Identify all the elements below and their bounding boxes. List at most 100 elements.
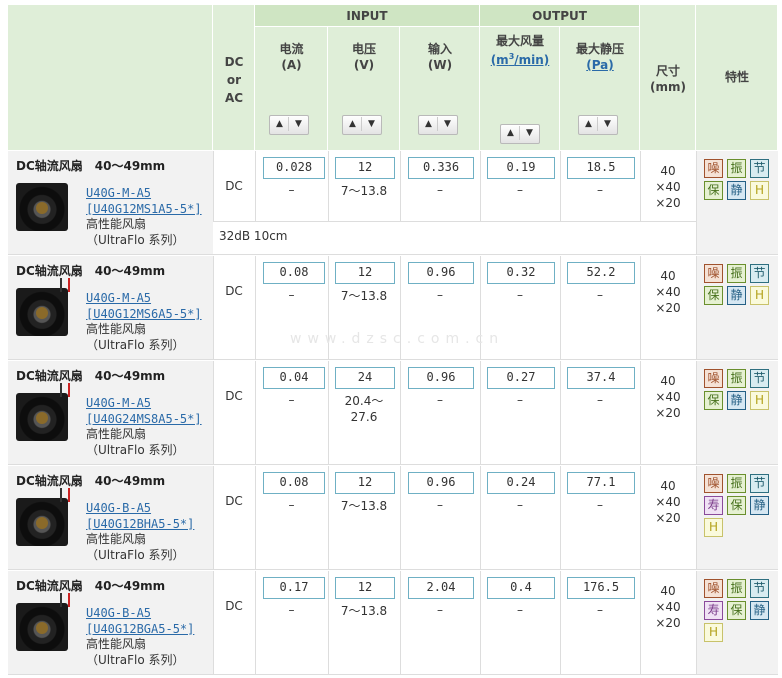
- feature-badge-icon: 寿: [704, 601, 723, 620]
- size-line: 40: [660, 479, 676, 493]
- model-code-link[interactable]: [U40G12BHA5-5*]: [86, 516, 194, 532]
- size-line: ×20: [655, 196, 681, 210]
- power-value: 0.96: [408, 262, 474, 284]
- dcac-value: DC: [225, 179, 243, 193]
- airflow-dash: –: [517, 183, 523, 197]
- current-value: 0.04: [263, 367, 325, 389]
- sort-desc-icon[interactable]: ▼: [290, 117, 307, 131]
- product-desc: 高性能风扇: [86, 532, 147, 546]
- sort-airflow-control[interactable]: ▲ ▼: [500, 124, 540, 144]
- power-value: 0.96: [408, 367, 474, 389]
- model-link[interactable]: U40G-M-A5: [86, 185, 151, 201]
- current-value: 0.08: [263, 262, 325, 284]
- row-divider: [8, 359, 778, 360]
- feature-badge-icon: 节: [750, 159, 769, 178]
- airflow-value: 0.27: [487, 367, 555, 389]
- model-code-link[interactable]: [U40G12BGA5-5*]: [86, 621, 194, 637]
- model-code-link[interactable]: [U40G24MS8A5-5*]: [86, 411, 202, 427]
- power-dash: –: [437, 288, 443, 302]
- model-link[interactable]: U40G-B-A5: [86, 500, 151, 516]
- feature-badge-icon: 寿: [704, 496, 723, 515]
- col-features: 特性: [696, 5, 778, 151]
- pressure-unit[interactable]: (Pa): [560, 57, 640, 73]
- fan-image: [16, 488, 70, 546]
- model-link[interactable]: U40G-B-A5: [86, 605, 151, 621]
- size-unit: (mm): [650, 80, 686, 94]
- pressure-value: 176.5: [567, 577, 635, 599]
- airflow-dash: –: [517, 603, 523, 617]
- size-line: ×20: [655, 511, 681, 525]
- current-dash: –: [288, 183, 295, 197]
- feature-badge-icon: 节: [750, 474, 769, 493]
- voltage-range: 7～13.8: [340, 184, 388, 198]
- sort-desc-icon[interactable]: ▼: [439, 117, 456, 131]
- sort-asc-icon[interactable]: ▲: [580, 117, 598, 131]
- col-size: 尺寸 (mm): [640, 5, 696, 151]
- power-label: 输入: [427, 42, 452, 56]
- feature-badge-icon: H: [704, 518, 723, 537]
- pressure-dash: –: [597, 288, 603, 302]
- power-dash: –: [437, 603, 443, 617]
- sort-asc-icon[interactable]: ▲: [420, 117, 438, 131]
- sort-desc-icon[interactable]: ▼: [521, 126, 538, 140]
- fan-hub: [36, 307, 48, 319]
- pressure-value: 18.5: [567, 157, 635, 179]
- size-line: 40: [660, 164, 676, 178]
- sort-asc-icon[interactable]: ▲: [271, 117, 289, 131]
- feature-badge-icon: H: [750, 391, 769, 410]
- sort-voltage-control[interactable]: ▲ ▼: [342, 115, 382, 135]
- voltage-range: 7～13.8: [340, 604, 388, 618]
- voltage-value: 12: [335, 472, 395, 494]
- current-unit: (A): [281, 58, 302, 72]
- sort-current-control[interactable]: ▲ ▼: [269, 115, 309, 135]
- pressure-value: 77.1: [567, 472, 635, 494]
- size-line: ×20: [655, 616, 681, 630]
- pressure-value: 52.2: [567, 262, 635, 284]
- current-value: 0.08: [263, 472, 325, 494]
- sort-power-control[interactable]: ▲ ▼: [418, 115, 458, 135]
- fan-hub: [36, 412, 48, 424]
- airflow-value: 0.19: [487, 157, 555, 179]
- sort-asc-icon[interactable]: ▲: [502, 126, 520, 140]
- product-desc: 高性能风扇: [86, 427, 147, 441]
- voltage-range: 7～13.8: [340, 289, 388, 303]
- sort-desc-icon[interactable]: ▼: [599, 117, 616, 131]
- model-code-link[interactable]: [U40G12MS6A5-5*]: [86, 306, 202, 322]
- model-link[interactable]: U40G-M-A5: [86, 290, 151, 306]
- power-value: 0.96: [408, 472, 474, 494]
- fan-wire: [60, 278, 70, 292]
- size-line: ×40: [655, 180, 681, 194]
- dcac-cell: [213, 466, 255, 570]
- product-desc: 高性能风扇: [86, 217, 147, 231]
- model-code-link[interactable]: [U40G12MS1A5-5*]: [86, 201, 202, 217]
- sort-pressure-control[interactable]: ▲ ▼: [578, 115, 618, 135]
- fan-hub: [36, 622, 48, 634]
- power-value: 0.336: [408, 157, 474, 179]
- product-row: DC轴流风扇 40～49mm U40G-M-A5 [U40G12MS1A5-5*] 高…: [0, 151, 782, 255]
- airflow-value: 0.4: [487, 577, 555, 599]
- product-desc: 高性能风扇: [86, 322, 147, 336]
- dcac-line1: DC: [224, 55, 244, 69]
- pressure-value: 37.4: [567, 367, 635, 389]
- feature-badge-icon: 振: [727, 369, 746, 388]
- size-line: 40: [660, 584, 676, 598]
- feature-badge-icon: 保: [704, 181, 723, 200]
- feature-badge-icon: 节: [750, 369, 769, 388]
- pressure-dash: –: [597, 498, 603, 512]
- watermark-text: www.dzsc.com.cn: [290, 331, 505, 347]
- row-divider: [8, 674, 778, 675]
- sort-desc-icon[interactable]: ▼: [363, 117, 380, 131]
- model-link[interactable]: U40G-M-A5: [86, 395, 151, 411]
- sort-asc-icon[interactable]: ▲: [344, 117, 362, 131]
- feature-badge-icon: 噪: [704, 579, 723, 598]
- airflow-unit[interactable]: (m3/min): [480, 49, 560, 68]
- feature-badge-icon: 静: [750, 601, 769, 620]
- col-pressure: 最大静压 (Pa) ▲ ▼: [560, 27, 640, 151]
- airflow-dash: –: [517, 288, 523, 302]
- current-dash: –: [288, 603, 295, 617]
- size-value: 40 ×40 ×20: [640, 478, 696, 526]
- product-row: DC轴流风扇 40～49mm U40G-B-A5 [U40G12BGA5-5*] 高性…: [0, 571, 782, 675]
- product-series: （UltraFlo 系列）: [86, 233, 185, 247]
- current-label: 电流: [279, 42, 304, 56]
- airflow-dash: –: [517, 498, 523, 512]
